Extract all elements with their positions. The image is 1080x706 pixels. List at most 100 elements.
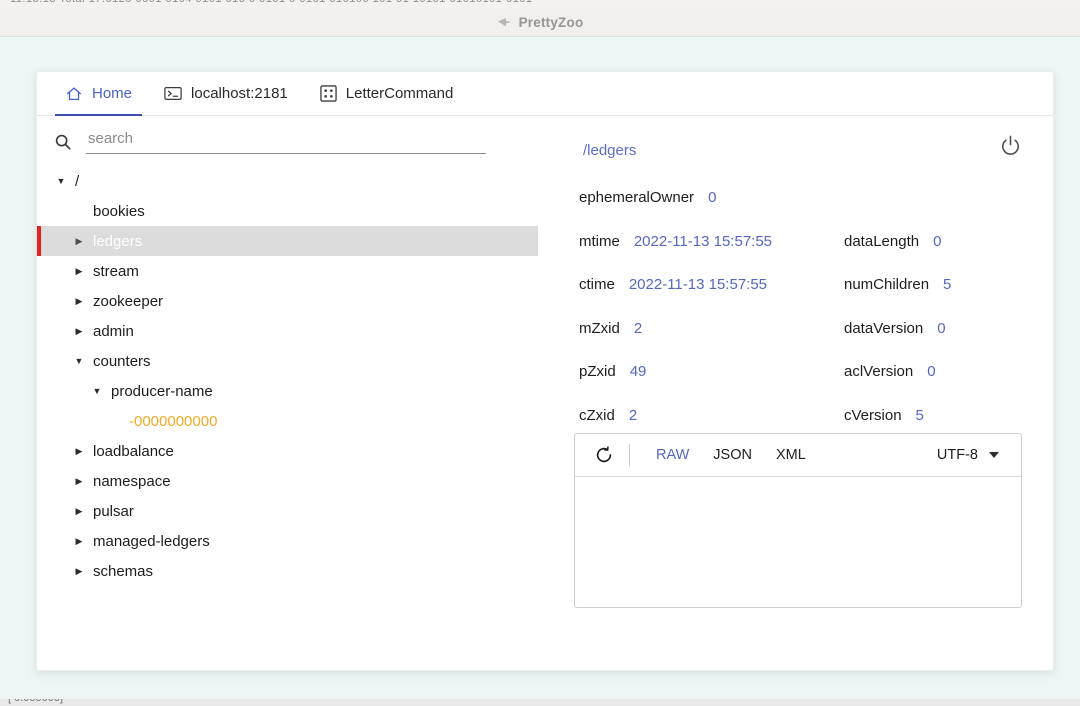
os-strip-text: 11:13:13 Total 17:0128 0001 0104 0101 01… [10, 0, 532, 5]
property-row: cZxid 2 cVersion 5 [579, 394, 1049, 438]
tab-home[interactable]: Home [49, 72, 148, 116]
content-split: ▼/▶bookies▶ledgers▶stream▶zookeeper▶admi… [37, 116, 1053, 670]
encoding-dropdown[interactable]: UTF-8 [937, 447, 999, 463]
property-cell: mZxid 2 [579, 320, 844, 337]
property-value: 0 [937, 319, 946, 337]
tree-row[interactable]: ▶ ledgers [37, 226, 538, 256]
app-page-background: Home localhost:2181 LetterCommand search… [0, 37, 1080, 699]
property-key: mZxid [579, 319, 620, 337]
node-path-label: /ledgers [583, 142, 637, 159]
property-row: mtime 2022-11-13 15:57:55 dataLength 0 [579, 220, 1049, 264]
tree-row[interactable]: ▶ schemas [37, 556, 539, 586]
property-key: numChildren [844, 276, 930, 294]
chevron-right-icon[interactable]: ▶ [71, 446, 87, 457]
chevron-right-icon[interactable]: ▶ [71, 536, 87, 547]
tree-row[interactable]: ▼ / [37, 166, 539, 196]
property-key: ctime [579, 276, 615, 294]
terminal-icon [164, 86, 182, 101]
toolbar-separator [629, 444, 630, 466]
chevron-down-icon[interactable]: ▼ [89, 386, 105, 396]
property-key: mtime [579, 232, 620, 250]
tab-localhost-2181-label: localhost:2181 [191, 85, 288, 102]
tree-row[interactable]: ▶bookies [37, 196, 539, 226]
grid-dots-icon [320, 85, 337, 102]
chevron-right-icon[interactable]: ▶ [71, 506, 87, 517]
property-cell: pZxid 49 [579, 363, 844, 380]
property-key: dataLength [844, 232, 920, 250]
selection-marker [37, 226, 41, 256]
tab-lettercommand-label: LetterCommand [345, 85, 454, 102]
tree-row[interactable]: ▼ producer-name [37, 376, 539, 406]
node-detail-pane: /ledgers ephemeralOwner 0 mtime 2022-11-13 … [539, 116, 1053, 670]
tree-row[interactable]: ▶ namespace [37, 466, 539, 496]
tree-row[interactable]: ▶ managed-ledgers [37, 526, 539, 556]
property-cell: aclVersion 0 [844, 363, 936, 380]
search-input[interactable] [86, 130, 486, 154]
property-key: dataVersion [844, 319, 924, 337]
property-value: 2022-11-13 15:57:55 [628, 276, 768, 294]
property-value: 0 [933, 232, 942, 250]
power-icon[interactable] [998, 134, 1023, 159]
tree-row-label: loadbalance [93, 442, 174, 460]
tree-pane: ▼/▶bookies▶ledgers▶stream▶zookeeper▶admi… [37, 116, 539, 670]
tab-bar: Home localhost:2181 LetterCommand [37, 72, 1053, 116]
tree-row-label: stream [93, 262, 139, 280]
search-bar [37, 116, 539, 154]
tree-row-label: ledgers [93, 232, 143, 250]
format-raw-button[interactable]: RAW [644, 447, 701, 463]
property-value: 5 [943, 276, 952, 294]
node-properties-grid: ephemeralOwner 0 mtime 2022-11-13 15:57:55 d… [579, 176, 1049, 437]
tree-row-label: bookies [93, 202, 145, 220]
tree-row[interactable]: ▶ pulsar [37, 496, 539, 526]
app-title: PrettyZoo [518, 15, 584, 30]
bottom-strip-text: [ 0.000000] [8, 699, 63, 704]
main-card: Home localhost:2181 LetterCommand search… [36, 71, 1054, 671]
property-value: 0 [708, 189, 717, 207]
chevron-down-icon[interactable]: ▼ [53, 176, 69, 186]
property-cell: cZxid 2 [579, 407, 844, 424]
property-value: 5 [915, 406, 924, 424]
app-titlebar: PrettyZoo [0, 9, 1080, 37]
chevron-right-icon[interactable]: ▶ [71, 266, 87, 277]
tab-lettercommand[interactable]: LetterCommand [304, 72, 470, 115]
znode-tree: ▼/▶bookies▶ledgers▶stream▶zookeeper▶admi… [37, 166, 539, 586]
property-value: 2 [628, 406, 638, 424]
data-editor: RAW JSON XML UTF-8 [574, 433, 1022, 608]
property-value: 49 [629, 363, 647, 381]
bottom-cut-strip: [ 0.000000] [0, 699, 1080, 706]
tree-row-label: / [75, 172, 80, 190]
tab-localhost-2181[interactable]: localhost:2181 [148, 72, 304, 115]
chevron-right-icon[interactable]: ▶ [71, 236, 87, 247]
format-xml-button[interactable]: XML [764, 447, 818, 463]
property-key: cZxid [579, 406, 615, 424]
tree-row[interactable]: ▶-0000000000 [37, 406, 539, 436]
property-row: mZxid 2 dataVersion 0 [579, 307, 1049, 351]
chevron-right-icon[interactable]: ▶ [71, 476, 87, 487]
tree-row[interactable]: ▶ loadbalance [37, 436, 539, 466]
tree-row[interactable]: ▶ zookeeper [37, 286, 539, 316]
tree-row[interactable]: ▶ stream [37, 256, 539, 286]
tree-row-label: zookeeper [93, 292, 164, 310]
tree-row-label: admin [93, 322, 134, 340]
chevron-right-icon[interactable]: ▶ [71, 296, 87, 307]
property-cell: cVersion 5 [844, 407, 924, 424]
chevron-down-icon[interactable]: ▼ [71, 356, 87, 366]
chevron-right-icon[interactable]: ▶ [71, 326, 87, 337]
tree-row-label: pulsar [93, 502, 134, 520]
format-json-button[interactable]: JSON [701, 447, 764, 463]
chevron-right-icon[interactable]: ▶ [71, 566, 87, 577]
tab-home-label: Home [92, 85, 133, 102]
data-editor-toolbar: RAW JSON XML UTF-8 [575, 434, 1021, 477]
property-cell: dataLength 0 [844, 233, 941, 250]
encoding-label: UTF-8 [936, 447, 978, 463]
tree-row[interactable]: ▼ counters [37, 346, 539, 376]
property-value: 2022-11-13 15:57:55 [633, 232, 773, 250]
tree-row-label: namespace [93, 472, 171, 490]
tree-row[interactable]: ▶ admin [37, 316, 539, 346]
search-icon [54, 133, 72, 151]
node-data-textarea[interactable] [575, 477, 1021, 607]
property-key: cVersion [844, 406, 902, 424]
tree-row-label: schemas [93, 562, 154, 580]
refresh-icon[interactable] [589, 440, 619, 470]
os-top-strip: 11:13:13 Total 17:0128 0001 0104 0101 01… [0, 0, 1080, 9]
